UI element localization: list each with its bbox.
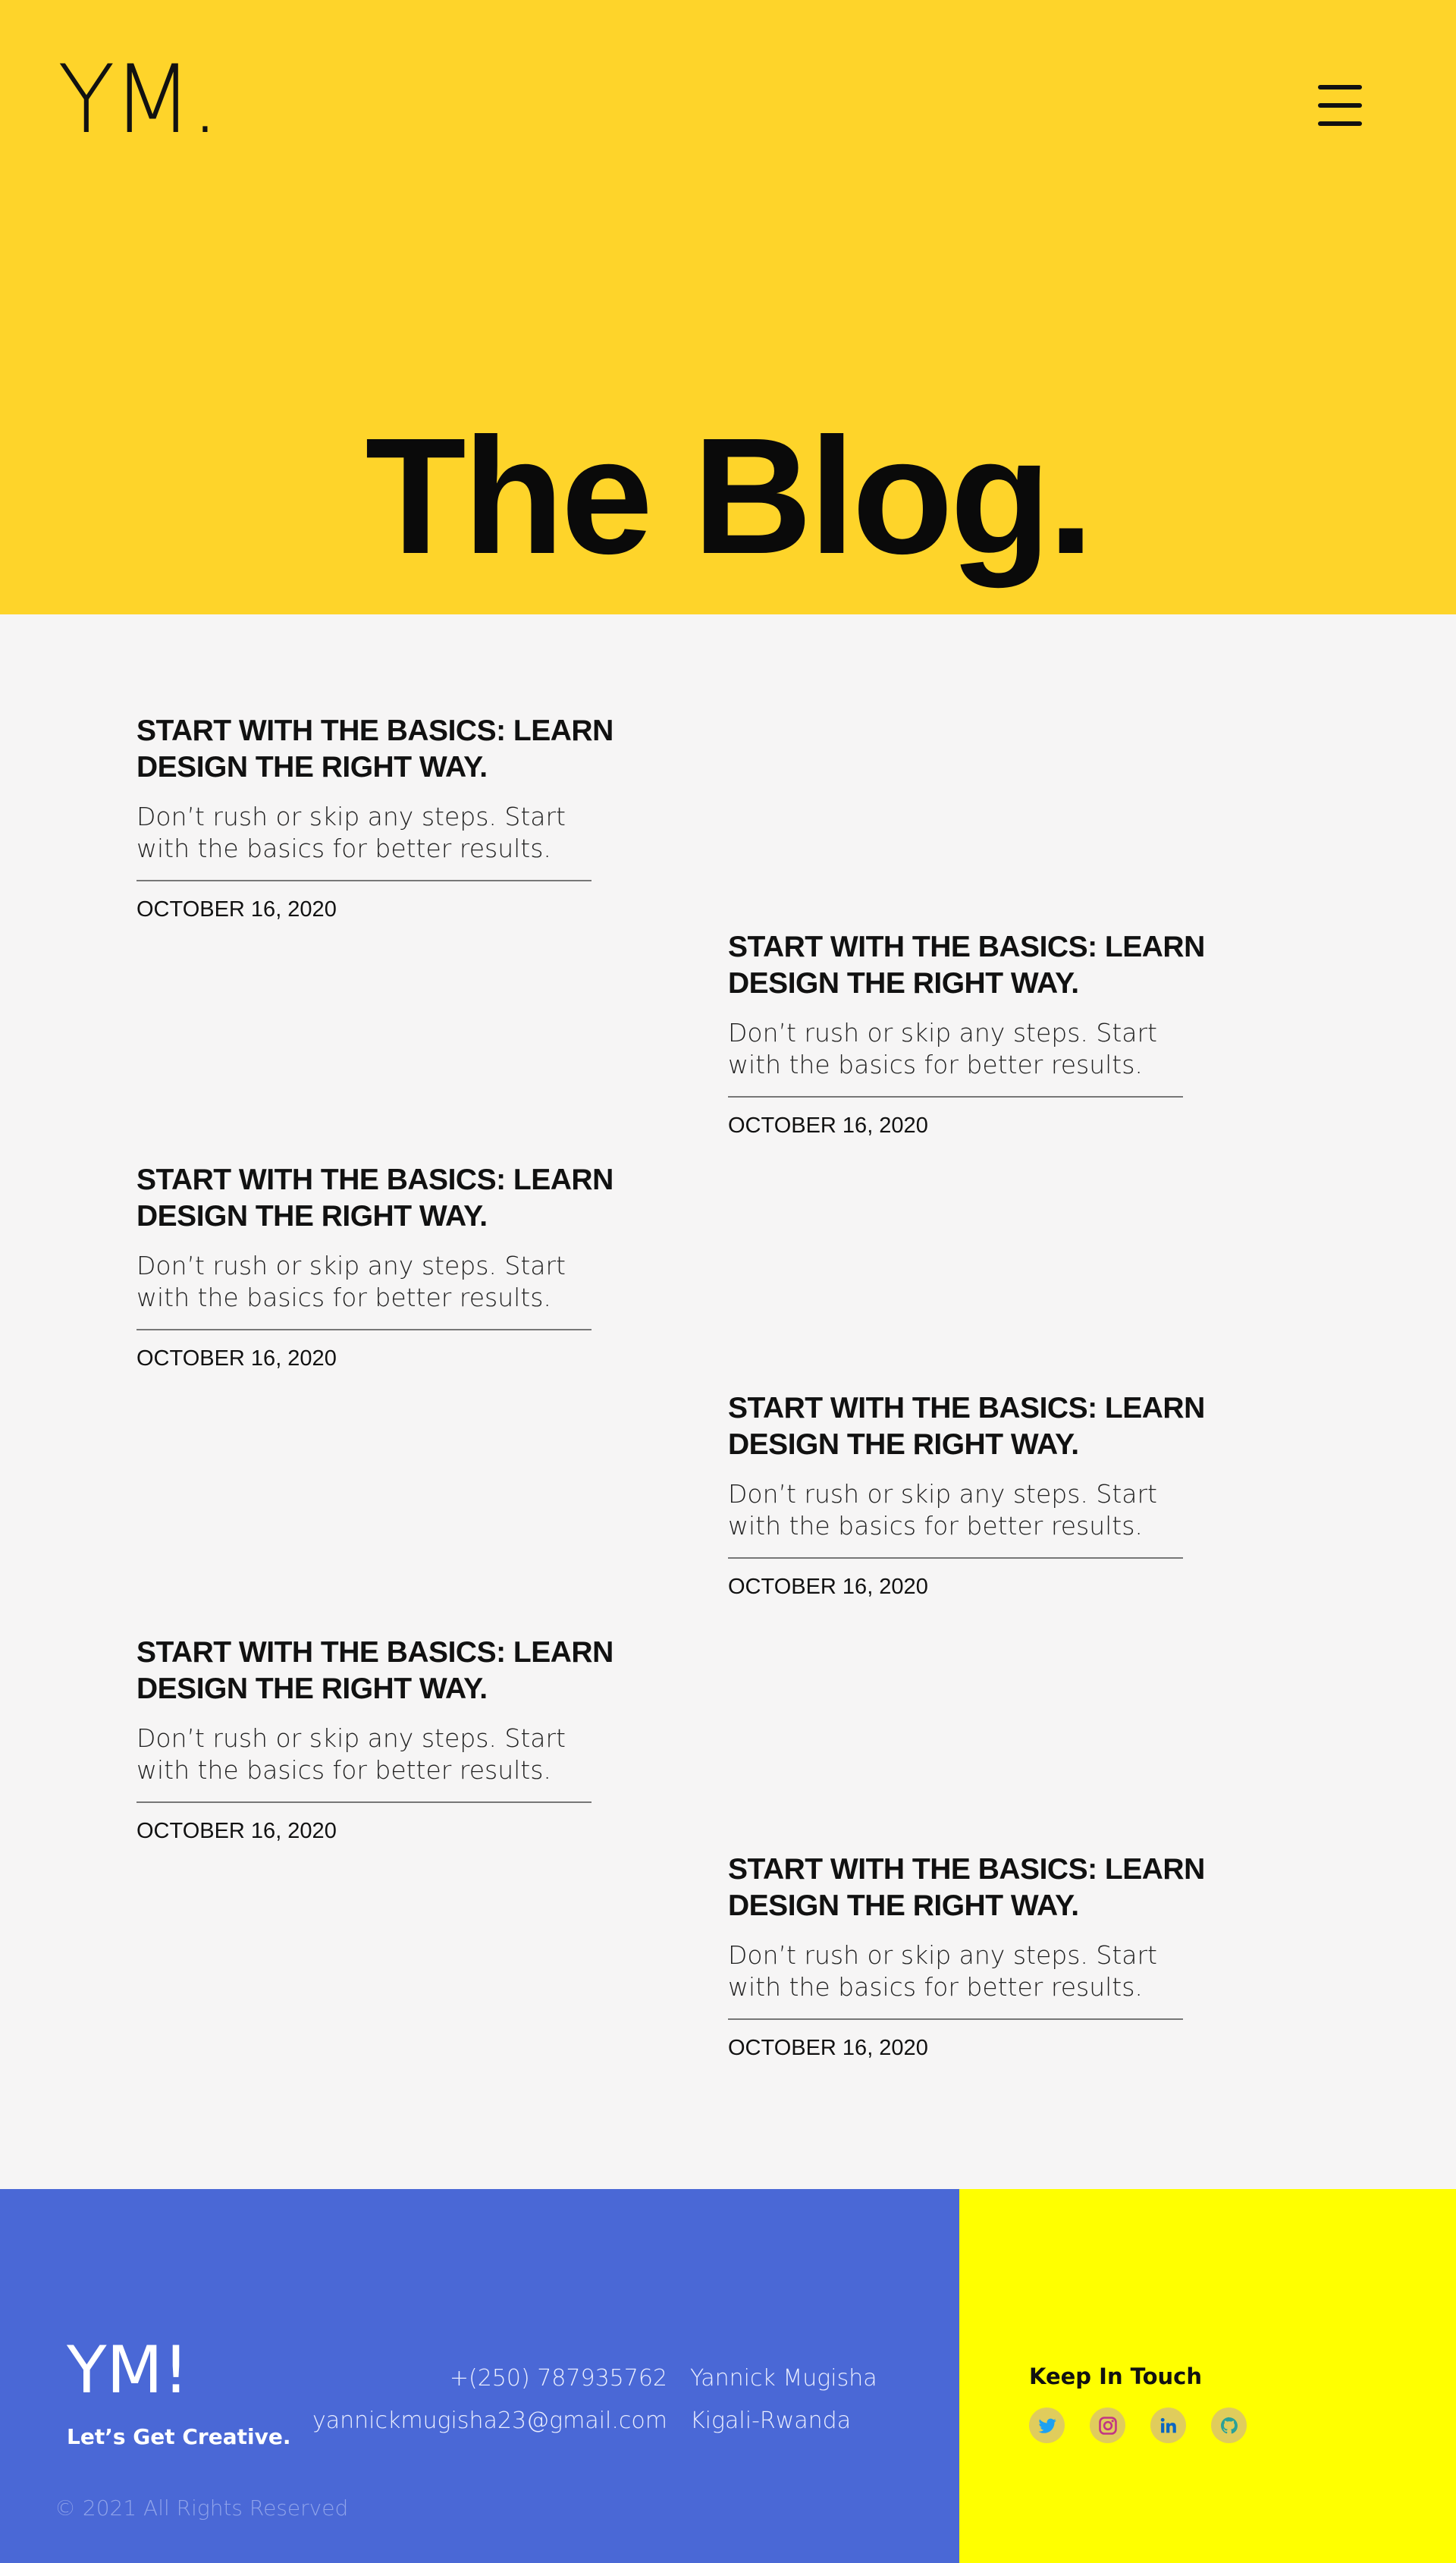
post-excerpt: Don’t rush or skip any steps. Start with… <box>728 1479 1157 1541</box>
github-icon[interactable] <box>1211 2408 1247 2443</box>
site-footer: YM! Let’s Get Creative. +(250) 787935762… <box>0 2189 1456 2563</box>
site-logo[interactable]: YM. <box>58 53 220 147</box>
instagram-icon[interactable] <box>1090 2408 1125 2443</box>
post-divider <box>728 2018 1183 2020</box>
blog-post-card[interactable]: START WITH THE BASICS: LEARN DESIGN THE … <box>136 713 622 922</box>
menu-bar <box>1318 121 1362 126</box>
copyright-text: © 2021 All Rights Reserved <box>55 2495 349 2521</box>
post-date: OCTOBER 16, 2020 <box>728 1113 928 1138</box>
blog-post-card[interactable]: START WITH THE BASICS: LEARN DESIGN THE … <box>136 1162 622 1371</box>
phone-link[interactable]: +(250) 787935762 <box>312 2357 667 2400</box>
post-divider <box>728 1096 1183 1098</box>
hero-header: YM. The Blog. <box>0 0 1456 614</box>
post-excerpt: Don’t rush or skip any steps. Start with… <box>728 1940 1157 2002</box>
post-excerpt: Don’t rush or skip any steps. Start with… <box>136 1251 566 1312</box>
keep-in-touch-heading: Keep In Touch <box>1029 2364 1203 2389</box>
post-title[interactable]: START WITH THE BASICS: LEARN DESIGN THE … <box>728 1390 1213 1463</box>
blog-post-card[interactable]: START WITH THE BASICS: LEARN DESIGN THE … <box>728 1390 1213 1600</box>
post-title[interactable]: START WITH THE BASICS: LEARN DESIGN THE … <box>728 1852 1213 1924</box>
social-links <box>1029 2408 1247 2443</box>
blog-post-card[interactable]: START WITH THE BASICS: LEARN DESIGN THE … <box>136 1635 622 1844</box>
post-date: OCTOBER 16, 2020 <box>728 2036 928 2060</box>
owner-name: Yannick Mugisha <box>690 2365 877 2392</box>
page-title: The Blog. <box>365 404 1094 589</box>
owner-location: Kigali-Rwanda <box>690 2408 852 2434</box>
blog-post-card[interactable]: START WITH THE BASICS: LEARN DESIGN THE … <box>728 929 1213 1139</box>
menu-bar <box>1318 85 1362 90</box>
post-title[interactable]: START WITH THE BASICS: LEARN DESIGN THE … <box>136 1162 622 1235</box>
blog-post-card[interactable]: START WITH THE BASICS: LEARN DESIGN THE … <box>728 1852 1213 2061</box>
post-divider <box>728 1557 1183 1559</box>
post-date: OCTOBER 16, 2020 <box>136 1346 337 1371</box>
post-divider <box>136 880 592 881</box>
post-date: OCTOBER 16, 2020 <box>728 1575 928 1599</box>
contact-details: +(250) 787935762 yannickmugisha23@gmail.… <box>312 2357 667 2442</box>
post-divider <box>136 1329 592 1330</box>
post-date: OCTOBER 16, 2020 <box>136 897 337 922</box>
post-excerpt: Don’t rush or skip any steps. Start with… <box>728 1018 1157 1079</box>
footer-social-panel: Keep In Touch <box>959 2189 1456 2563</box>
contact-identity: Yannick Mugisha Kigali-Rwanda <box>690 2357 877 2442</box>
footer-tagline: Let’s Get Creative. <box>67 2424 291 2449</box>
hamburger-menu-icon[interactable] <box>1309 85 1371 126</box>
post-date: OCTOBER 16, 2020 <box>136 1819 337 1843</box>
post-title[interactable]: START WITH THE BASICS: LEARN DESIGN THE … <box>136 713 622 786</box>
post-excerpt: Don’t rush or skip any steps. Start with… <box>136 1723 566 1785</box>
menu-bar <box>1318 103 1362 108</box>
post-title[interactable]: START WITH THE BASICS: LEARN DESIGN THE … <box>136 1635 622 1707</box>
linkedin-icon[interactable] <box>1150 2408 1186 2443</box>
footer-logo[interactable]: YM! <box>67 2338 189 2403</box>
post-title[interactable]: START WITH THE BASICS: LEARN DESIGN THE … <box>728 929 1213 1002</box>
post-excerpt: Don’t rush or skip any steps. Start with… <box>136 802 566 863</box>
post-divider <box>136 1801 592 1803</box>
email-link[interactable]: yannickmugisha23@gmail.com <box>312 2400 667 2442</box>
footer-contact-panel: YM! Let’s Get Creative. +(250) 787935762… <box>0 2189 959 2563</box>
twitter-icon[interactable] <box>1029 2408 1065 2443</box>
